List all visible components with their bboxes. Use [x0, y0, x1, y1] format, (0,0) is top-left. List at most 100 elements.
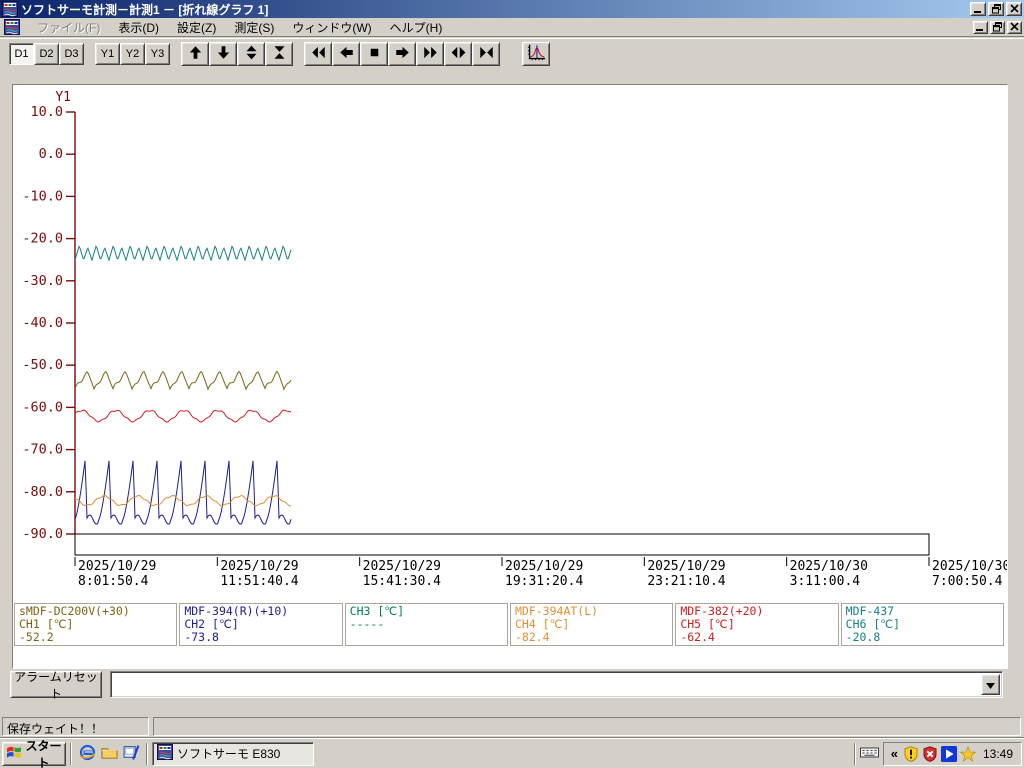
minimize-button[interactable] — [970, 2, 986, 16]
taskbar-separator — [854, 743, 856, 765]
svg-text:-70.0: -70.0 — [22, 442, 63, 458]
collapse-horizontal-button[interactable] — [472, 42, 500, 66]
channel-value: -73.8 — [184, 631, 337, 644]
combobox-dropdown-button[interactable] — [981, 674, 1000, 695]
start-button[interactable]: スタート — [2, 742, 66, 766]
menu-help[interactable]: ヘルプ(H) — [381, 17, 452, 38]
collapse-vertical-button[interactable] — [265, 42, 293, 66]
expand-horizontal-icon — [450, 45, 467, 63]
channel-value: ----- — [350, 618, 503, 631]
graph-window-client: Y110.00.0-10.0-20.0-30.0-40.0-50.0-60.0-… — [0, 68, 1024, 714]
menu-settings[interactable]: 設定(Z) — [168, 17, 225, 38]
quick-launch-show-desktop[interactable] — [120, 743, 142, 765]
quick-launch-folder[interactable] — [98, 743, 120, 765]
quick-launch-internet-explorer[interactable] — [76, 743, 98, 765]
svg-text:2025/10/30: 2025/10/30 — [932, 559, 1007, 574]
menu-view[interactable]: 表示(D) — [109, 17, 168, 38]
security-alert-tray-icon[interactable] — [922, 746, 938, 762]
svg-text:19:31:20.4: 19:31:20.4 — [505, 574, 583, 589]
svg-text:7:00:50.4: 7:00:50.4 — [932, 574, 1003, 589]
scroll-up-button[interactable] — [181, 42, 209, 66]
task-button-label: ソフトサーモ E830 — [177, 745, 280, 762]
svg-text:8:01:50.4: 8:01:50.4 — [78, 574, 149, 589]
close-icon — [1009, 2, 1020, 17]
svg-text:0.0: 0.0 — [39, 146, 63, 162]
stop-icon — [366, 45, 383, 63]
close-button[interactable] — [1006, 2, 1022, 16]
taskbar-task-button[interactable]: ソフトサーモ E830 — [152, 742, 314, 766]
toolbar-d1-button[interactable]: D1 — [9, 43, 34, 65]
channel-legend: sMDF-DC200V(+30) CH1 [℃] -52.2 MDF-394(R… — [14, 603, 1004, 646]
chart-panel: Y110.00.0-10.0-20.0-30.0-40.0-50.0-60.0-… — [12, 84, 1008, 669]
fast-forward-icon — [422, 45, 439, 63]
channel-cell-ch5[interactable]: MDF-382(+20) CH5 [℃] -62.4 — [675, 603, 838, 646]
mdi-close-button[interactable] — [1007, 21, 1022, 34]
svg-text:2025/10/29: 2025/10/29 — [647, 559, 725, 574]
svg-text:15:41:30.4: 15:41:30.4 — [363, 574, 441, 589]
security-warning-tray-icon[interactable] — [903, 746, 919, 762]
scroll-down-button[interactable] — [209, 42, 237, 66]
alarm-combobox[interactable] — [110, 671, 1003, 698]
channel-cell-ch1[interactable]: sMDF-DC200V(+30) CH1 [℃] -52.2 — [14, 603, 177, 646]
channel-cell-ch3[interactable]: CH3 [℃] ----- — [345, 603, 508, 646]
system-tray: « 13:49 — [883, 742, 1022, 766]
close-icon — [1009, 20, 1020, 35]
status-bar: 保存ウェイト！！ — [0, 714, 1024, 738]
app-icon — [157, 744, 173, 763]
mdi-restore-button[interactable] — [990, 21, 1005, 34]
alarm-reset-button[interactable]: アラームリセット — [10, 671, 102, 698]
restore-icon — [992, 20, 1003, 35]
menu-file: ファイル(F) — [28, 17, 109, 38]
status-message: 保存ウェイト！！ — [2, 717, 149, 736]
arrow-right-icon — [394, 45, 411, 63]
expand-vertical-button[interactable] — [237, 42, 265, 66]
channel-cell-ch6[interactable]: MDF-437 CH6 [℃] -20.8 — [841, 603, 1004, 646]
restore-button[interactable] — [988, 2, 1004, 16]
toolbar-d3-button[interactable]: D3 — [59, 43, 84, 65]
chevron-down-icon — [986, 677, 995, 692]
menu-measure[interactable]: 測定(S) — [225, 17, 283, 38]
stop-button[interactable] — [360, 42, 388, 66]
svg-text:-40.0: -40.0 — [22, 315, 63, 331]
keyboard-layout-icon[interactable] — [860, 745, 879, 762]
svg-text:-10.0: -10.0 — [22, 188, 63, 204]
title-bar: ソフトサーモ計測－計測1 － [折れ線グラフ 1] — [0, 0, 1024, 18]
toolbar-d2-button[interactable]: D2 — [34, 43, 59, 65]
graph-settings-button[interactable] — [522, 42, 550, 66]
tray-area: « 13:49 — [850, 742, 1024, 766]
menu-window[interactable]: ウィンドウ(W) — [283, 17, 380, 38]
menu-bar: ファイル(F) 表示(D) 設定(Z) 測定(S) ウィンドウ(W) ヘルプ(H… — [0, 18, 1024, 37]
rewind-button[interactable] — [304, 42, 332, 66]
channel-value: -52.2 — [19, 631, 172, 644]
expand-vertical-icon — [243, 45, 260, 63]
restore-icon — [991, 2, 1002, 17]
collapse-vertical-icon — [271, 45, 288, 63]
toolbar: D1 D2 D3 Y1 Y2 Y3 — [0, 38, 1024, 68]
star-tray-icon[interactable] — [960, 746, 976, 762]
taskbar-clock: 13:49 — [979, 747, 1016, 761]
alarm-combobox-value[interactable] — [114, 675, 980, 694]
channel-cell-ch4[interactable]: MDF-394AT(L) CH4 [℃] -82.4 — [510, 603, 673, 646]
svg-text:2025/10/30: 2025/10/30 — [790, 559, 868, 574]
step-forward-button[interactable] — [388, 42, 416, 66]
toolbar-y1-button[interactable]: Y1 — [95, 43, 120, 65]
channel-cell-ch2[interactable]: MDF-394(R)(+10) CH2 [℃] -73.8 — [179, 603, 342, 646]
step-back-button[interactable] — [332, 42, 360, 66]
media-play-tray-icon[interactable] — [941, 746, 957, 762]
mdi-minimize-button[interactable] — [973, 21, 988, 34]
desktop: { "window": { "title": "ソフトサーモ計測－計測1 － [… — [0, 0, 1024, 768]
fast-forward-button[interactable] — [416, 42, 444, 66]
minimize-icon — [973, 2, 984, 17]
toolbar-y2-button[interactable]: Y2 — [120, 43, 145, 65]
taskbar: スタート ソフトサーモ E830 « 13:49 — [0, 738, 1024, 768]
window-title: ソフトサーモ計測－計測1 － [折れ線グラフ 1] — [21, 1, 268, 18]
channel-value: -82.4 — [515, 631, 668, 644]
expand-horizontal-button[interactable] — [444, 42, 472, 66]
document-system-icon[interactable] — [4, 19, 20, 35]
chevron-left-double-icon[interactable]: « — [889, 746, 900, 761]
svg-text:-90.0: -90.0 — [22, 526, 63, 542]
arrow-down-icon — [215, 45, 232, 63]
arrow-up-icon — [187, 45, 204, 63]
toolbar-y3-button[interactable]: Y3 — [145, 43, 170, 65]
internet-explorer-icon — [79, 744, 96, 764]
